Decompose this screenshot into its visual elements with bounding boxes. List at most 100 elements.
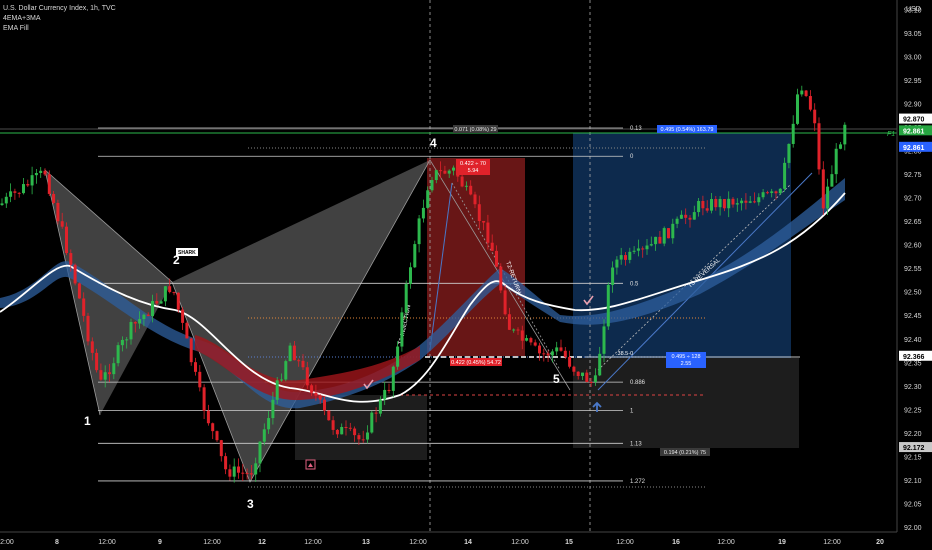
time-tick-label: 12:00 bbox=[511, 539, 529, 546]
candle bbox=[327, 410, 331, 421]
price-tick-label: 92.50 bbox=[904, 290, 922, 297]
candle-body bbox=[13, 191, 17, 193]
candle-body bbox=[65, 226, 68, 254]
candle-body bbox=[808, 96, 812, 110]
candle bbox=[163, 286, 167, 307]
price-tick-label: 92.95 bbox=[904, 78, 922, 85]
candle-body bbox=[443, 170, 447, 174]
candle-body bbox=[60, 221, 64, 227]
candle bbox=[26, 179, 30, 188]
candle-body bbox=[761, 192, 765, 198]
price-tick-label: 92.45 bbox=[904, 313, 922, 320]
candle bbox=[396, 341, 400, 370]
candle bbox=[843, 122, 847, 151]
time-tick-label: 14 bbox=[464, 539, 472, 546]
candle-body bbox=[22, 184, 25, 194]
candle-body bbox=[477, 204, 481, 221]
candle-body bbox=[305, 367, 309, 386]
candle-body bbox=[284, 361, 288, 380]
short-stop-label: 0.422 ÷ 705.94 bbox=[456, 159, 490, 175]
candle-body bbox=[271, 399, 275, 419]
candle-body bbox=[34, 172, 38, 176]
price-chart[interactable]: 0.1300.50.88611.131.272F112345SHARK0.071… bbox=[0, 0, 932, 550]
candle-body bbox=[249, 473, 253, 475]
candle bbox=[211, 422, 215, 440]
time-tick-label: 20 bbox=[876, 539, 884, 546]
candle-body bbox=[753, 201, 756, 203]
candle-body bbox=[17, 192, 21, 194]
pattern-level-label: 0.886 bbox=[630, 380, 646, 386]
candle-body bbox=[636, 248, 640, 251]
short-top-label: 0.071 (0.08%) 29 bbox=[453, 125, 498, 133]
candle-body bbox=[507, 314, 511, 330]
candle bbox=[237, 458, 240, 479]
candle-body bbox=[645, 245, 649, 250]
candle-body bbox=[400, 312, 404, 347]
candle-body bbox=[490, 242, 494, 251]
candle-body bbox=[439, 170, 443, 172]
candle-body bbox=[125, 339, 129, 341]
candle bbox=[568, 350, 572, 369]
candle bbox=[555, 341, 559, 356]
candle-body bbox=[452, 167, 455, 171]
candle bbox=[9, 183, 13, 203]
candle bbox=[198, 365, 202, 392]
candle-body bbox=[791, 123, 795, 144]
candle-body bbox=[550, 351, 554, 356]
time-tick-label: 8 bbox=[55, 539, 59, 546]
price-tick-label: 92.40 bbox=[904, 337, 922, 344]
candle bbox=[185, 321, 189, 339]
candle-body bbox=[641, 248, 645, 250]
pattern-name-tag: SHARK bbox=[176, 248, 198, 256]
candle-body bbox=[47, 174, 51, 194]
candle-body bbox=[314, 392, 318, 396]
candle bbox=[533, 339, 537, 347]
candle-body bbox=[675, 218, 679, 224]
short-stop-text: 5.94 bbox=[468, 168, 479, 174]
candle-body bbox=[0, 203, 4, 205]
candle-body bbox=[598, 353, 602, 376]
candle-body bbox=[241, 472, 245, 474]
time-tick-label: 12 bbox=[258, 539, 266, 546]
candle-body bbox=[572, 366, 576, 372]
candle bbox=[525, 334, 529, 342]
candle-body bbox=[482, 220, 486, 223]
price-tick-label: 92.20 bbox=[904, 431, 922, 438]
candle-body bbox=[542, 353, 546, 355]
candle-body bbox=[176, 292, 180, 310]
candle-body bbox=[413, 244, 417, 268]
candle-body bbox=[353, 428, 357, 436]
time-tick-label: 15 bbox=[565, 539, 573, 546]
candle-body bbox=[82, 298, 86, 316]
candle-body bbox=[387, 389, 391, 391]
candle-body bbox=[318, 395, 322, 400]
candle-body bbox=[821, 169, 825, 209]
candle-body bbox=[568, 357, 572, 367]
candle-body bbox=[73, 264, 77, 284]
candle bbox=[232, 458, 236, 483]
candle-body bbox=[464, 185, 468, 187]
candle bbox=[39, 167, 43, 178]
candle bbox=[189, 337, 193, 366]
price-tick-label: 92.15 bbox=[904, 454, 922, 461]
candle-body bbox=[701, 200, 705, 209]
candle-body bbox=[456, 167, 460, 177]
candle-body bbox=[374, 412, 378, 414]
candle bbox=[219, 439, 223, 462]
candle bbox=[417, 215, 421, 253]
candle bbox=[30, 166, 34, 195]
candle-body bbox=[503, 290, 507, 315]
time-axis: 12:00 8 12:00 9 12:00 12 12:00 13 12:00 14 12:00 15… bbox=[0, 531, 897, 546]
candle-body bbox=[658, 236, 662, 244]
candle-body bbox=[774, 191, 778, 194]
candle-body bbox=[731, 198, 735, 205]
candle-body bbox=[245, 472, 249, 474]
candle-body bbox=[538, 345, 541, 354]
time-tick-label: 13 bbox=[362, 539, 370, 546]
candle-body bbox=[9, 191, 13, 197]
candle-body bbox=[366, 432, 369, 440]
candle-body bbox=[619, 255, 623, 260]
candle-body bbox=[340, 426, 344, 435]
candle-body bbox=[671, 223, 675, 239]
candle-body bbox=[219, 440, 223, 457]
